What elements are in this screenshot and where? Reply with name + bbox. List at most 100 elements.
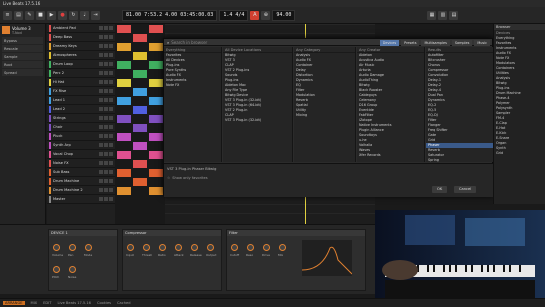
arm-button[interactable] [109, 125, 113, 129]
mute-button[interactable] [99, 188, 103, 192]
mute-button[interactable] [99, 62, 103, 66]
browser-item[interactable]: Note FX [164, 83, 221, 88]
inspector-row[interactable]: Bypass [2, 37, 43, 44]
param-knob[interactable] [69, 244, 76, 251]
param-knob[interactable] [207, 244, 214, 251]
solo-button[interactable] [104, 44, 108, 48]
arm-button[interactable] [109, 26, 113, 30]
zoom-display[interactable]: 94.00 [272, 9, 296, 21]
overdub-button[interactable]: ⊕ [261, 10, 271, 20]
track-header[interactable]: Drum Machine [47, 177, 115, 186]
track-header[interactable]: Deep Bass [47, 33, 115, 42]
arm-button[interactable] [109, 197, 113, 201]
launcher-clip[interactable] [117, 133, 131, 141]
solo-button[interactable] [104, 107, 108, 111]
mute-button[interactable] [99, 35, 103, 39]
solo-button[interactable] [104, 179, 108, 183]
arm-button[interactable] [109, 143, 113, 147]
launcher-clip[interactable] [117, 43, 131, 51]
arm-button[interactable] [109, 35, 113, 39]
param-knob[interactable] [279, 244, 286, 251]
track-header[interactable]: Sub Bass [47, 168, 115, 177]
launcher-clip[interactable] [149, 169, 163, 177]
param-knob[interactable] [53, 266, 60, 273]
arm-button[interactable] [109, 98, 113, 102]
launcher-clip[interactable] [117, 79, 131, 87]
solo-button[interactable] [104, 98, 108, 102]
launcher-clip[interactable] [149, 187, 163, 195]
arm-button[interactable] [109, 179, 113, 183]
launcher-clip[interactable] [149, 97, 163, 105]
automation-button[interactable]: A [250, 10, 260, 20]
launcher-clip[interactable] [133, 34, 147, 42]
tab-multisamples[interactable]: Multisamples [421, 40, 450, 46]
arm-button[interactable] [109, 71, 113, 75]
launcher-clip[interactable] [117, 25, 131, 33]
track-header[interactable]: Perc 2 [47, 69, 115, 78]
device-filter[interactable]: Filter Cutoff Reso Drive Mix [226, 229, 366, 291]
layout-mix-button[interactable]: ▥ [438, 10, 448, 20]
launcher-clip[interactable] [149, 25, 163, 33]
arm-button[interactable] [109, 44, 113, 48]
browser-item[interactable]: Spring [426, 158, 493, 162]
inspector-row[interactable]: Root [2, 61, 43, 68]
punch-button[interactable]: ⇥ [91, 10, 100, 20]
loop-button[interactable]: ↻ [69, 10, 78, 20]
launcher-clip[interactable] [133, 70, 147, 78]
param-knob[interactable] [191, 244, 198, 251]
launcher-clip[interactable] [133, 88, 147, 96]
browser-item[interactable]: Mixing [294, 113, 355, 118]
browser-item[interactable]: Xfer Records [357, 153, 424, 158]
mute-button[interactable] [99, 80, 103, 84]
mute-button[interactable] [99, 170, 103, 174]
browser-search-input[interactable]: Search in browser [171, 40, 207, 45]
launcher-clip[interactable] [117, 169, 131, 177]
launcher-clip[interactable] [149, 43, 163, 51]
device-1[interactable]: DEVICE 1 Volume Pan Mode Pitch Noise [48, 229, 118, 291]
inspector-row[interactable]: Rescale [2, 45, 43, 52]
solo-button[interactable] [104, 89, 108, 93]
arm-button[interactable] [109, 170, 113, 174]
mute-button[interactable] [99, 197, 103, 201]
mute-button[interactable] [99, 44, 103, 48]
tab-music[interactable]: Music [474, 40, 490, 46]
param-knob[interactable] [231, 244, 238, 251]
mute-button[interactable] [99, 107, 103, 111]
inspector-row[interactable]: Spread [2, 69, 43, 76]
stop-button[interactable]: ■ [36, 10, 45, 20]
favorites-filter[interactable]: ☆ Show only favorites [167, 176, 208, 180]
solo-button[interactable] [104, 71, 108, 75]
launcher-clip[interactable] [117, 97, 131, 105]
browser-item[interactable]: VST 3 Plug-in (32-bit) [223, 118, 292, 123]
param-knob[interactable] [127, 244, 134, 251]
mute-button[interactable] [99, 134, 103, 138]
play-button[interactable]: ▶ [47, 10, 56, 20]
track-header[interactable]: FX Rise [47, 87, 115, 96]
mute-button[interactable] [99, 53, 103, 57]
arm-button[interactable] [109, 89, 113, 93]
arm-button[interactable] [109, 134, 113, 138]
solo-button[interactable] [104, 197, 108, 201]
launcher-clip[interactable] [149, 115, 163, 123]
mute-button[interactable] [99, 26, 103, 30]
solo-button[interactable] [104, 26, 108, 30]
launcher-clip[interactable] [149, 133, 163, 141]
mute-button[interactable] [99, 143, 103, 147]
launcher-clip[interactable] [133, 52, 147, 60]
tab-presets[interactable]: Presets [401, 40, 420, 46]
solo-button[interactable] [104, 80, 108, 84]
solo-button[interactable] [104, 152, 108, 156]
mute-button[interactable] [99, 98, 103, 102]
launcher-clip[interactable] [117, 187, 131, 195]
solo-button[interactable] [104, 53, 108, 57]
record-button[interactable]: ● [58, 10, 67, 20]
track-header[interactable]: Dreamy Keys [47, 42, 115, 51]
solo-button[interactable] [104, 143, 108, 147]
track-header[interactable]: Master [47, 195, 115, 204]
track-header[interactable]: Atmospheres [47, 51, 115, 60]
device-compressor[interactable]: Compressor Input Thresh Ratio Attack Release… [122, 229, 222, 291]
track-header[interactable]: Synth Arp [47, 141, 115, 150]
track-header[interactable]: Lead 1 [47, 96, 115, 105]
track-header[interactable]: Lead 2 [47, 105, 115, 114]
status-arrange[interactable]: ARRANGE [3, 301, 25, 305]
